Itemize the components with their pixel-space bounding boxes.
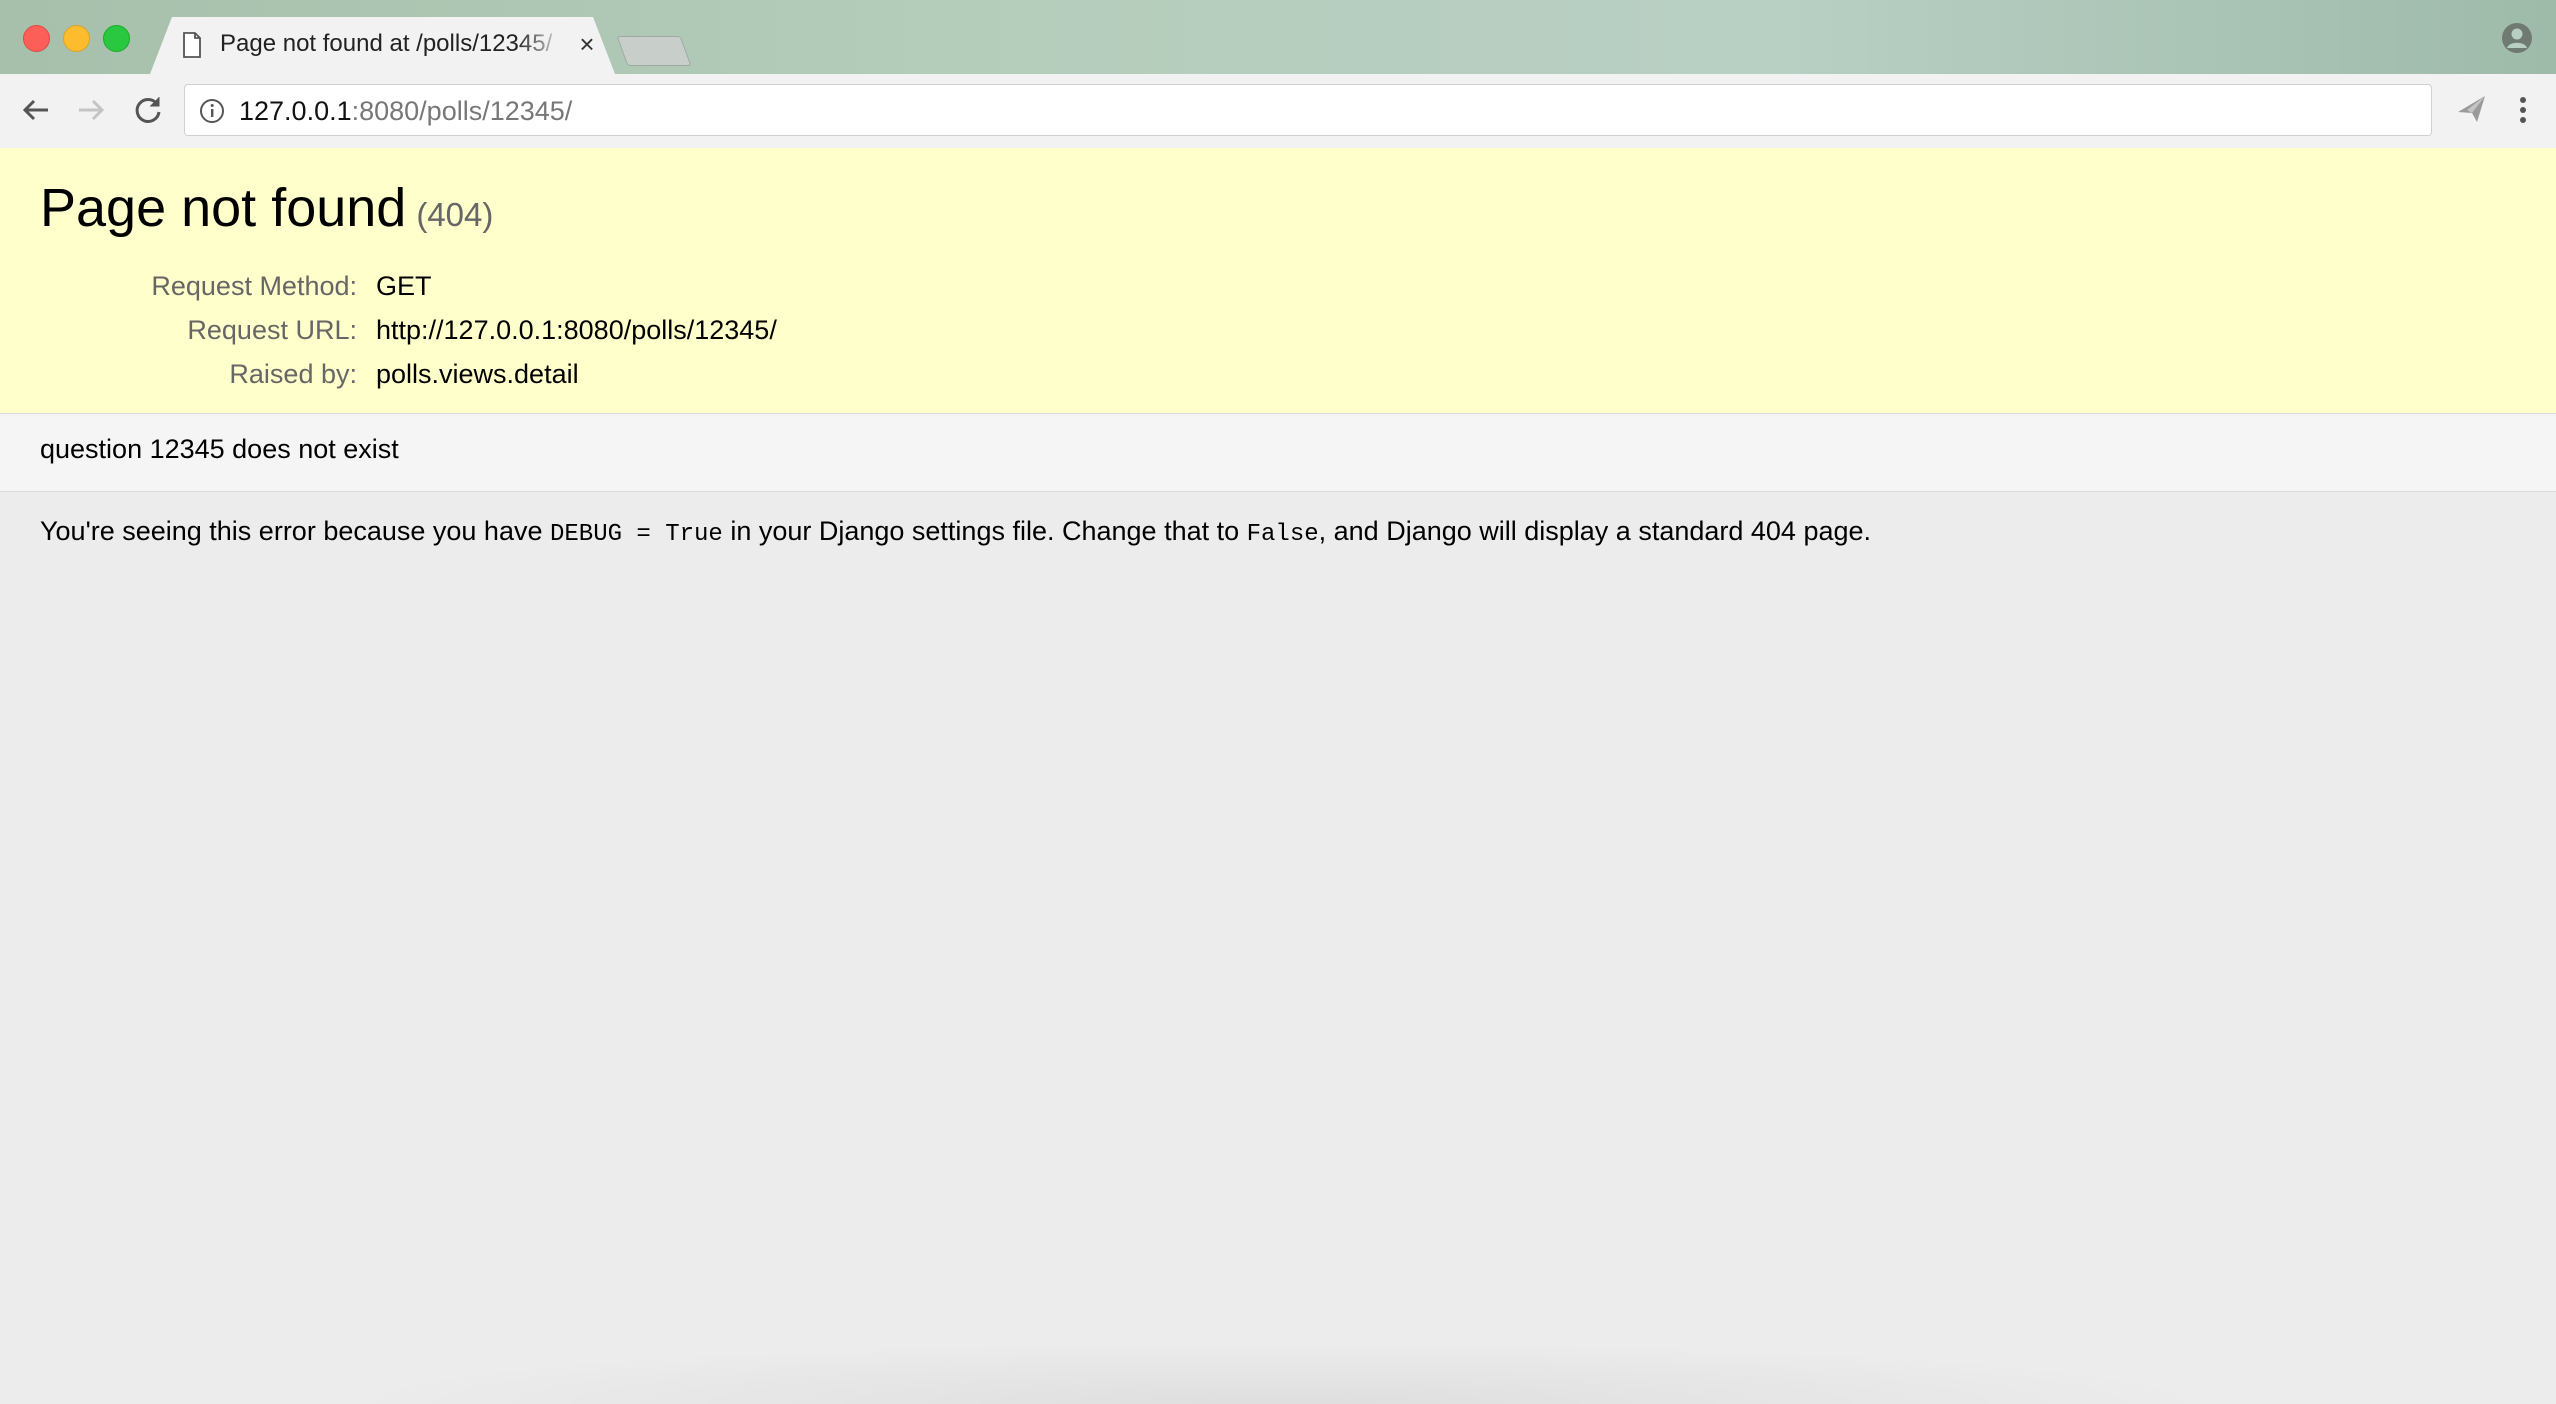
window-title-bar: Page not found at /polls/12345/ × — [0, 0, 2556, 74]
menu-kebab-icon[interactable] — [2510, 94, 2536, 126]
back-arrow-icon[interactable] — [18, 92, 54, 128]
minimize-window-button[interactable] — [63, 25, 90, 52]
meta-value: polls.views.detail — [376, 359, 579, 389]
tab-close-icon[interactable]: × — [576, 31, 598, 57]
url-text[interactable]: 127.0.0.1:8080/polls/12345/ — [239, 95, 572, 127]
info-icon[interactable] — [199, 98, 225, 124]
meta-label: Raised by: — [229, 359, 357, 389]
forward-arrow-icon[interactable] — [73, 92, 109, 128]
meta-value: http://127.0.0.1:8080/polls/12345/ — [376, 315, 777, 345]
document-icon — [183, 32, 201, 58]
meta-label: Request Method: — [151, 271, 357, 301]
page-title-text: Page not found — [40, 178, 407, 238]
explanation-text: in your Django settings file. Change tha… — [722, 516, 1247, 546]
false-code: False — [1246, 521, 1319, 548]
page-title: Page not found (404) — [40, 176, 493, 247]
meta-label: Request URL: — [187, 315, 357, 345]
status-code: (404) — [416, 196, 494, 233]
debug-explanation: You're seeing this error because you hav… — [40, 516, 1871, 548]
close-window-button[interactable] — [23, 25, 50, 52]
url-host: 127.0.0.1 — [239, 96, 352, 126]
reload-icon[interactable] — [130, 92, 166, 128]
error-summary: Page not found (404) Request Method: GET … — [0, 148, 2556, 414]
meta-row-raised-by: Raised by: polls.views.detail — [0, 354, 2556, 394]
profile-icon[interactable] — [2501, 22, 2533, 54]
debug-code: DEBUG = True — [549, 521, 723, 548]
new-tab-button[interactable] — [616, 36, 692, 66]
address-bar[interactable]: 127.0.0.1:8080/polls/12345/ — [184, 84, 2432, 136]
meta-row-request-url: Request URL: http://127.0.0.1:8080/polls… — [0, 310, 2556, 350]
extension-icon[interactable] — [2455, 92, 2489, 126]
explanation-text: , and Django will display a standard 404… — [1318, 516, 1872, 546]
meta-row-request-method: Request Method: GET — [0, 266, 2556, 306]
meta-value: GET — [376, 271, 432, 301]
explanation-text: You're seeing this error because you hav… — [40, 516, 550, 546]
bottom-shadow — [320, 1340, 2240, 1404]
error-message: question 12345 does not exist — [40, 434, 399, 464]
maximize-window-button[interactable] — [103, 25, 130, 52]
tab-title[interactable]: Page not found at /polls/12345/ — [220, 30, 565, 62]
url-path: :8080/polls/12345/ — [351, 96, 573, 126]
error-info: question 12345 does not exist — [0, 414, 2556, 492]
